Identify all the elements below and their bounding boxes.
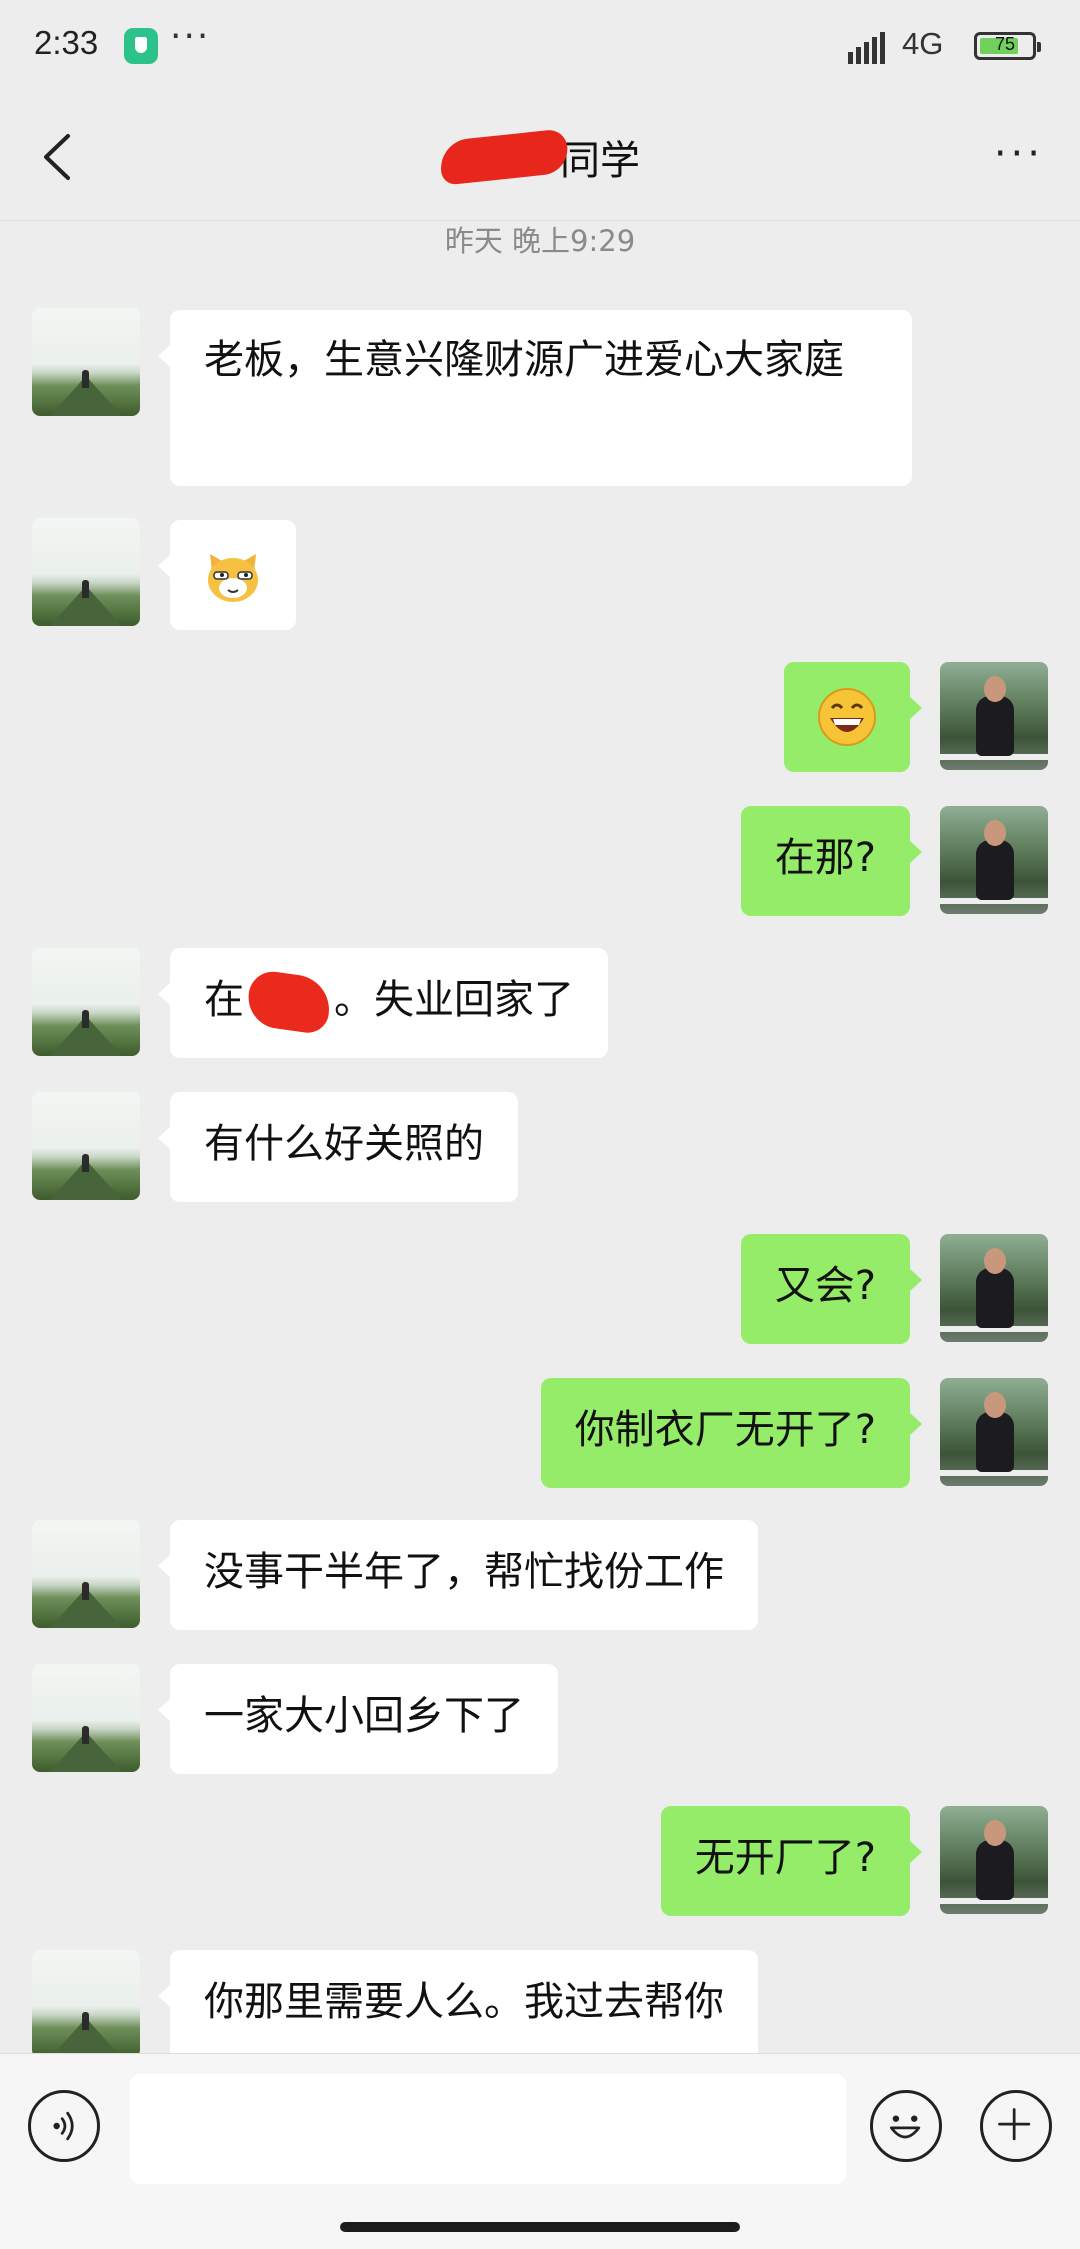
grin-emoji-icon [818, 688, 876, 746]
message-bubble[interactable]: 老板，生意兴隆财源广进爱心大家庭 [158, 310, 912, 486]
message-bubble[interactable]: 在那? [740, 806, 923, 916]
message-bubble[interactable]: 一家大小回乡下了 [158, 1664, 558, 1774]
chat-input-bar [0, 2053, 1080, 2249]
message-text: 有什么好关照的 [204, 1121, 484, 1167]
contact-avatar[interactable] [32, 948, 140, 1056]
chat-header: 同学 ··· [0, 92, 1080, 221]
contact-avatar[interactable] [32, 1520, 140, 1628]
status-bar: 2:33 ··· 4G 75 [0, 0, 1080, 92]
contact-avatar[interactable] [32, 1092, 140, 1200]
message-text: 你制衣厂无开了? [574, 1407, 876, 1453]
message-text: 在 [204, 977, 244, 1023]
notification-more-icon: ··· [170, 16, 211, 57]
message-text: 在那? [774, 835, 876, 881]
security-shield-icon [124, 28, 158, 64]
status-time: 2:33 [34, 24, 99, 61]
message-input[interactable] [130, 2074, 846, 2184]
voice-input-icon[interactable] [28, 2090, 100, 2162]
self-avatar[interactable] [940, 1806, 1048, 1914]
message-text: 没事干半年了，帮忙找份工作 [204, 1549, 724, 1595]
message-text: 无开厂了? [694, 1835, 876, 1881]
message-bubble[interactable] [158, 520, 296, 630]
message-text: 又会? [774, 1263, 876, 1309]
message-bubble[interactable] [784, 662, 922, 772]
cat-face-emoji-icon [208, 554, 258, 602]
contact-avatar[interactable] [32, 1664, 140, 1772]
emoji-picker-icon[interactable] [870, 2090, 942, 2162]
message-bubble[interactable]: 你那里需要人么。我过去帮你 [158, 1950, 758, 2060]
message-bubble[interactable]: 又会? [740, 1234, 923, 1344]
redacted-text [244, 968, 334, 1036]
more-options-icon[interactable]: ··· [994, 134, 1044, 174]
contact-avatar[interactable] [32, 518, 140, 626]
message-text: 一家大小回乡下了 [204, 1693, 524, 1739]
signal-strength-icon [848, 32, 885, 64]
self-avatar[interactable] [940, 662, 1048, 770]
message-timestamp: 昨天 晚上9:29 [444, 224, 636, 258]
message-bubble[interactable]: 有什么好关照的 [158, 1092, 518, 1202]
chat-title: 同学 [0, 128, 1080, 186]
self-avatar[interactable] [940, 1378, 1048, 1486]
message-bubble[interactable]: 无开厂了? [660, 1806, 923, 1916]
message-bubble[interactable]: 没事干半年了，帮忙找份工作 [158, 1520, 758, 1630]
network-type: 4G [902, 26, 944, 61]
add-attachment-icon[interactable] [980, 2090, 1052, 2162]
message-bubble[interactable]: 在 。失业回家了 [158, 948, 608, 1058]
battery-icon: 75 [974, 32, 1041, 60]
message-text: 你那里需要人么。我过去帮你 [204, 1979, 724, 2025]
contact-avatar[interactable] [32, 1950, 140, 2058]
redacted-name [438, 128, 570, 186]
contact-avatar[interactable] [32, 308, 140, 416]
self-avatar[interactable] [940, 1234, 1048, 1342]
chat-title-suffix: 同学 [560, 138, 640, 184]
message-text: 老板，生意兴隆财源广进爱心大家庭 [204, 337, 844, 383]
battery-level: 75 [994, 34, 1016, 54]
message-text: 。失业回家了 [334, 977, 574, 1023]
self-avatar[interactable] [940, 806, 1048, 914]
home-indicator[interactable] [340, 2222, 740, 2232]
message-bubble[interactable]: 你制衣厂无开了? [540, 1378, 923, 1488]
